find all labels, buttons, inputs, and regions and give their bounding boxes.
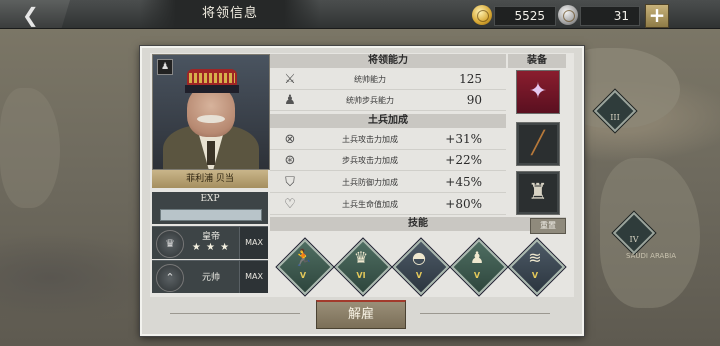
abilities-header: 将领能力 <box>270 54 506 68</box>
medal-icon: ✦ <box>517 71 559 113</box>
skill-level: V <box>531 271 539 280</box>
infantry-icon: ♟ <box>284 93 296 108</box>
rank-row-marshal: ⌃ 元帅 MAX <box>152 260 268 293</box>
medal-coin-icon <box>558 5 578 25</box>
laurel-skill-icon[interactable]: ♛ VI <box>334 238 392 296</box>
stat-row: ♡ 土兵生命值加成 +80% <box>270 195 506 215</box>
rank-row-emperor: ♛ 皇帝 ★ ★ ★ MAX <box>152 226 268 259</box>
rank-title: 元帅 <box>201 273 220 283</box>
exp-bar <box>160 209 262 221</box>
exp-label: EXP <box>200 194 220 204</box>
infantry-skill-icon[interactable]: ♟ V <box>450 238 508 296</box>
rifle-icon: ╱ <box>531 131 545 156</box>
skills-header: 技能 <box>270 217 566 231</box>
medal-count: 31 <box>580 6 640 26</box>
skill-level: V <box>473 271 481 280</box>
rank-max-label: MAX <box>239 261 268 293</box>
divider <box>170 313 300 314</box>
reset-skills-button[interactable]: 重置 <box>530 218 566 234</box>
crossed-swords-icon: ⚔ <box>284 72 296 87</box>
rank-stars: ★ ★ ★ <box>191 242 231 253</box>
helmet-skill-icon[interactable]: ◓ V <box>392 238 450 296</box>
heart-icon: ♡ <box>284 197 296 212</box>
back-button[interactable]: ❮ <box>0 0 70 28</box>
bottle-icon: ♜ <box>528 180 548 205</box>
general-portrait: ♟ <box>152 54 270 170</box>
chevron-left-icon: ❮ <box>22 3 39 27</box>
fortify-skill-icon[interactable]: ≋ V <box>508 238 566 296</box>
stat-row: ⊗ 土兵攻击力加成 +31% <box>270 130 506 150</box>
exp-section: EXP <box>152 192 268 224</box>
map-land <box>0 88 60 208</box>
rank-title: 皇帝 <box>201 232 220 242</box>
equipment-slot-rifle[interactable]: ╱ <box>516 122 560 166</box>
defense-icon: ⛉ <box>285 175 295 190</box>
equipment-header: 装备 <box>508 54 566 68</box>
attack-icon: ⊗ <box>284 132 296 147</box>
skill-level: V <box>299 271 307 280</box>
equipment-slot-bottle[interactable]: ♜ <box>516 171 560 215</box>
stat-row: ⊛ 步兵攻击力加成 +22% <box>270 151 506 171</box>
map-place-label: SAUDI ARABIA <box>626 252 676 260</box>
gold-coin-icon <box>472 5 492 25</box>
general-name: 菲利浦 贝当 <box>152 170 268 188</box>
rank-max-label: MAX <box>239 227 268 259</box>
page-title: 将领信息 <box>140 0 320 28</box>
divider <box>420 313 550 314</box>
stat-row: ⛉ 土兵防御力加成 +45% <box>270 173 506 193</box>
skill-level: V <box>415 271 423 280</box>
add-currency-button[interactable]: + <box>645 4 669 28</box>
rank-chevron-icon: ⌃ <box>156 264 184 292</box>
top-bar: ❮ 将领信息 5525 31 + <box>0 0 720 29</box>
infantry-attack-icon: ⊛ <box>284 153 296 168</box>
stat-row: ♟ 统帅步兵能力 90 <box>270 91 506 111</box>
dismiss-button[interactable]: 解雇 <box>316 300 406 329</box>
unit-class-icon: ♟ <box>157 59 173 75</box>
charge-skill-icon[interactable]: 🏃 V <box>276 238 334 296</box>
soldier-bonus-header: 土兵加成 <box>270 114 506 128</box>
stat-row: ⚔ 统帅能力 125 <box>270 70 506 90</box>
gold-count: 5525 <box>494 6 556 26</box>
skill-level: VI <box>356 271 366 280</box>
equipment-slot-medal[interactable]: ✦ <box>516 70 560 114</box>
crown-icon: ♛ <box>156 230 184 258</box>
